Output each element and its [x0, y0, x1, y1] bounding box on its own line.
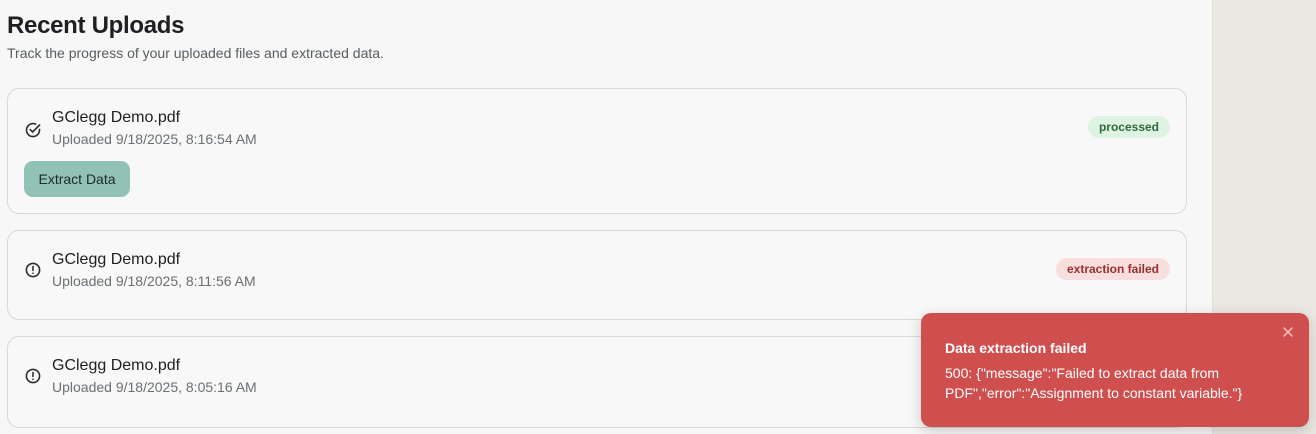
file-name: GClegg Demo.pdf — [52, 109, 181, 126]
alert-circle-icon — [24, 261, 42, 279]
file-name: GClegg Demo.pdf — [52, 251, 181, 268]
error-toast: Data extraction failed 500: {"message":"… — [921, 313, 1309, 427]
extract-data-button[interactable]: Extract Data — [24, 161, 130, 197]
upload-timestamp: Uploaded 9/18/2025, 8:11:56 AM — [52, 273, 256, 289]
toast-title: Data extraction failed — [945, 340, 1087, 356]
status-badge: processed — [1087, 116, 1170, 138]
check-circle-icon — [24, 121, 42, 139]
file-name: GClegg Demo.pdf — [52, 357, 181, 374]
upload-card: GClegg Demo.pdf Uploaded 9/18/2025, 8:16… — [7, 88, 1187, 214]
alert-circle-icon — [24, 367, 42, 385]
status-badge: extraction failed — [1055, 258, 1170, 280]
upload-timestamp: Uploaded 9/18/2025, 8:16:54 AM — [52, 131, 257, 147]
page-title: Recent Uploads — [7, 12, 185, 39]
toast-message: 500: {"message":"Failed to extract data … — [945, 365, 1243, 401]
close-icon[interactable] — [1281, 325, 1295, 339]
upload-timestamp: Uploaded 9/18/2025, 8:05:16 AM — [52, 379, 257, 395]
page-subtitle: Track the progress of your uploaded file… — [7, 45, 384, 61]
upload-card: GClegg Demo.pdf Uploaded 9/18/2025, 8:11… — [7, 230, 1187, 320]
